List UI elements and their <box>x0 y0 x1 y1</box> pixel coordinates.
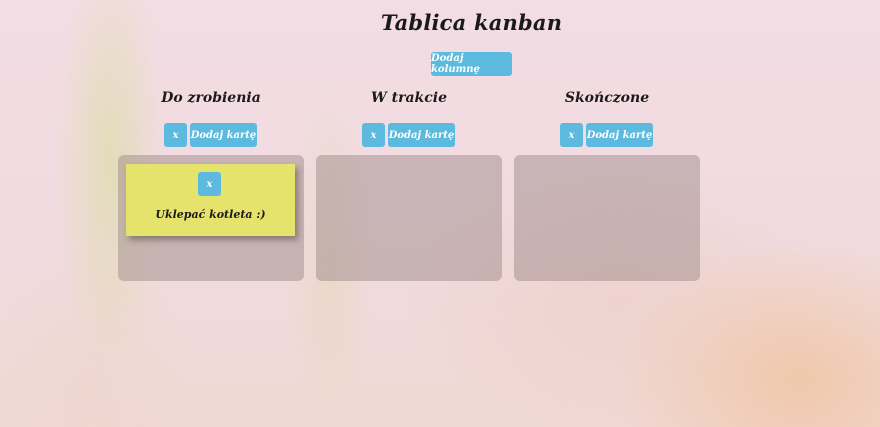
add-card-done-button[interactable]: Dodaj kartę <box>586 123 653 147</box>
add-column-button[interactable]: Dodaj kolumnę <box>431 52 512 76</box>
column-in-progress <box>316 155 502 281</box>
column-done <box>514 155 700 281</box>
delete-column-in-progress-button[interactable]: x <box>362 123 385 147</box>
delete-card-button[interactable]: x <box>198 172 221 196</box>
column-title-done: Skończone <box>564 90 650 106</box>
board-title: Tablica kanban <box>380 10 563 35</box>
add-card-todo-button[interactable]: Dodaj kartę <box>190 123 257 147</box>
add-card-in-progress-button[interactable]: Dodaj kartę <box>388 123 455 147</box>
card-text: Uklepać kotleta :) <box>155 208 266 221</box>
delete-column-done-button[interactable]: x <box>560 123 583 147</box>
card[interactable]: x Uklepać kotleta :) <box>126 164 295 236</box>
column-title-todo: Do zrobienia <box>161 90 261 106</box>
column-title-in-progress: W trakcie <box>371 90 447 106</box>
delete-column-todo-button[interactable]: x <box>164 123 187 147</box>
